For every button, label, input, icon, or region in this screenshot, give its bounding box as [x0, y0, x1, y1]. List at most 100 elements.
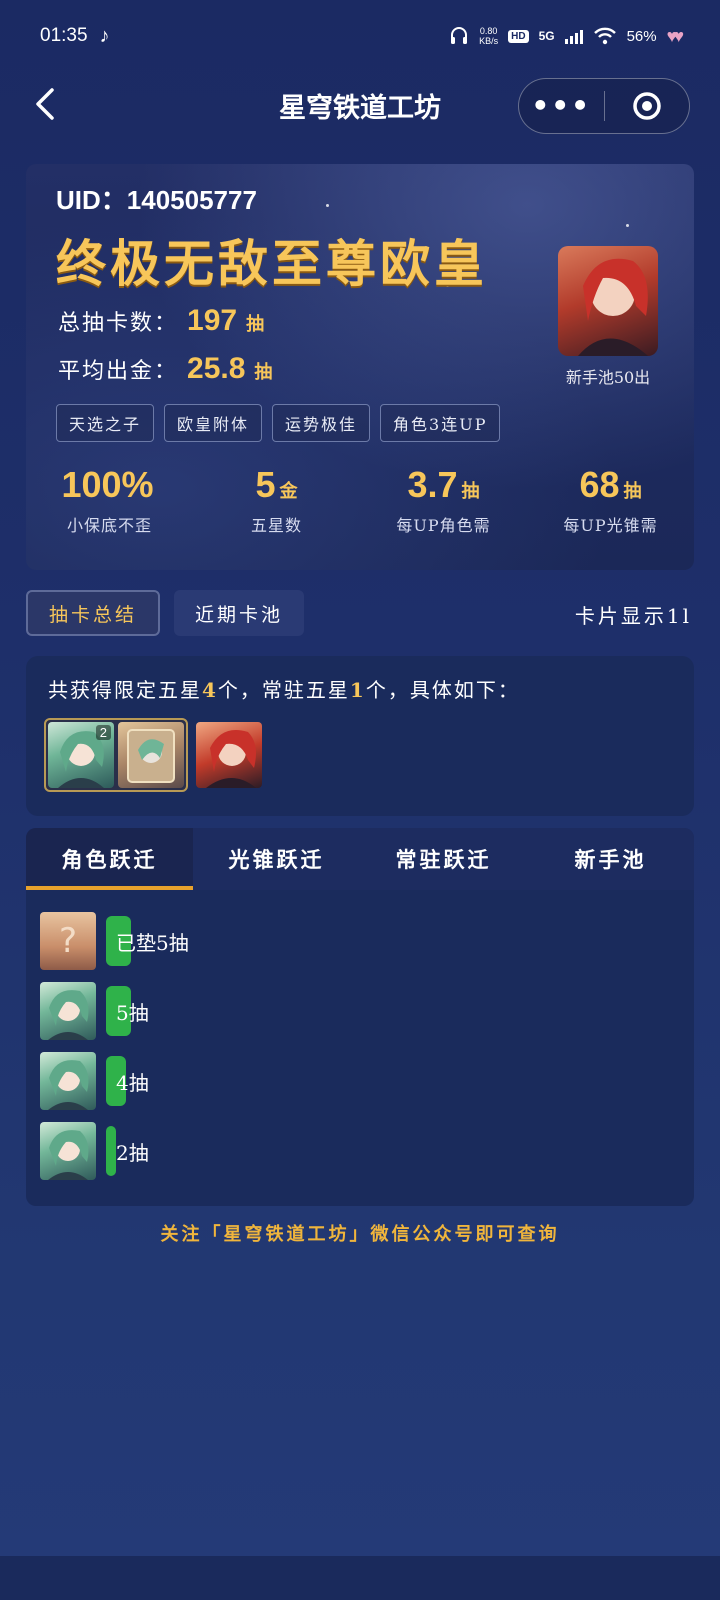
uid-value: 140505777 [126, 185, 257, 215]
status-time: 01:35 [40, 25, 88, 46]
tab-lightcone-warp[interactable]: 光锥跃迁 [193, 828, 360, 890]
lightcone-avatar [118, 722, 184, 788]
metric-item: 3.7 抽 每UP角色需 [360, 464, 527, 536]
metric-label: 每UP角色需 [396, 516, 491, 535]
pity-bar: 4抽 [106, 1056, 149, 1106]
hd-badge: HD [508, 29, 529, 43]
metric-item: 100% 小保底不歪 [26, 464, 193, 536]
tag: 角色3连UP [380, 404, 501, 442]
limited-group[interactable]: 2 [44, 718, 188, 792]
standard-count: 1 [349, 678, 366, 702]
pity-bar-fill [106, 1126, 116, 1176]
summary-card: 共获得限定五星4个，常驻五星1个，具体如下： 2 [26, 656, 694, 816]
close-miniapp-button[interactable] [605, 90, 690, 122]
signal-icon [564, 28, 583, 44]
pity-bar: 已垫5抽 [106, 916, 189, 966]
status-bar: 01:35 ♪ 0.80 KB/s HD 5G 56% ♥♥ [0, 0, 720, 72]
character-avatar: 2 [48, 722, 114, 788]
wifi-icon [593, 27, 616, 45]
back-arrow-icon[interactable] [28, 84, 68, 124]
card-display-toggle[interactable]: 卡片显示1l [575, 600, 692, 629]
featured-caption: 新手池50出 [565, 368, 651, 387]
summary-prefix: 共获得限定五星 [48, 678, 202, 702]
character-art-icon [48, 1130, 89, 1180]
summary-text: 共获得限定五星4个，常驻五星1个，具体如下： [48, 674, 520, 703]
network-speed: 0.80 KB/s [479, 26, 498, 46]
target-icon [633, 92, 661, 120]
metrics-row: 100% 小保底不歪 5金 五星数 3.7 抽 每UP角色需 68 抽 每UP光锥需 [26, 464, 694, 536]
metric-label: 每UP光锥需 [563, 516, 658, 535]
metric-label: 小保底不歪 [66, 516, 152, 535]
pity-label: 已垫5抽 [116, 930, 189, 955]
profile-card: UID：140505777 终极无敌至尊欧皇 总抽卡数： 197 抽 平均出金：… [26, 164, 694, 570]
unknown-character-icon: ? [40, 912, 96, 970]
tag: 欧皇附体 [164, 404, 263, 442]
summary-suffix: 个，具体如下： [365, 678, 520, 702]
status-icons: 0.80 KB/s HD 5G 56% ♥♥ [449, 26, 684, 47]
pity-label: 5抽 [116, 1000, 149, 1025]
average-value: 25.8 [187, 352, 246, 385]
tiktok-icon: ♪ [99, 24, 110, 47]
tag: 天选之子 [56, 404, 155, 442]
page-title: 星穹铁道工坊 [279, 92, 441, 124]
footer-note: 关注「星穹铁道工坊」微信公众号即可查询 [160, 1224, 560, 1245]
star-decoration [326, 204, 329, 207]
metric-label: 五星数 [250, 516, 302, 535]
pull-unit: 抽 [246, 314, 267, 335]
character-portrait [558, 246, 658, 356]
metric-unit: 抽 [623, 481, 642, 501]
history-row: 5抽 [40, 982, 149, 1040]
metric-unit: 抽 [461, 481, 480, 501]
history-rows: ? 已垫5抽 5抽 4抽 2抽 [40, 912, 189, 1192]
limited-count: 4 [202, 678, 218, 702]
tab-standard-warp[interactable]: 常驻跃迁 [360, 828, 527, 890]
average-line: 平均出金： 25.8 抽 [58, 352, 274, 386]
featured-character[interactable]: 新手池50出 [558, 246, 658, 388]
metric-value: 100% [61, 464, 154, 505]
history-row: 2抽 [40, 1122, 149, 1180]
pity-bar: 5抽 [106, 986, 149, 1036]
count-badge: 2 [95, 725, 111, 740]
history-row: ? 已垫5抽 [40, 912, 189, 970]
headphones-icon [451, 27, 468, 44]
pity-label: 2抽 [116, 1140, 149, 1165]
tab-beginner-pool[interactable]: 新手池 [527, 828, 694, 890]
rank-title: 终极无敌至尊欧皇 [56, 234, 488, 293]
tab-recent-pools[interactable]: 近期卡池 [174, 590, 304, 636]
tab-character-warp[interactable]: 角色跃迁 [26, 828, 193, 890]
lightcone-art-icon [127, 729, 175, 783]
metric-value: 5 [255, 464, 276, 505]
metric-value: 68 [579, 464, 620, 505]
warp-history-panel: 角色跃迁 光锥跃迁 常驻跃迁 新手池 ? 已垫5抽 5抽 4抽 2抽 [26, 828, 694, 1206]
character-thumbnail [40, 982, 96, 1040]
total-pulls-label: 总抽卡数： [58, 311, 179, 336]
more-button[interactable]: ••• [519, 92, 604, 120]
character-art-icon [48, 1060, 89, 1110]
character-avatar[interactable] [196, 722, 262, 788]
network-speed-unit: KB/s [479, 36, 499, 46]
metric-unit: 金 [279, 481, 298, 501]
character-art-icon [48, 990, 89, 1040]
total-pulls-line: 总抽卡数： 197 抽 [58, 304, 266, 338]
character-art-icon [578, 258, 648, 356]
metric-value: 3.7 [407, 464, 458, 505]
star-decoration [626, 224, 629, 227]
warp-type-tabs: 角色跃迁 光锥跃迁 常驻跃迁 新手池 [26, 828, 694, 890]
uid-line: UID：140505777 [56, 180, 257, 217]
miniapp-capsule: ••• [518, 78, 690, 134]
metric-item: 68 抽 每UP光锥需 [527, 464, 694, 536]
average-label: 平均出金： [58, 359, 179, 384]
signal-label: 5G [538, 29, 555, 43]
character-art-icon [206, 730, 256, 788]
history-row: 4抽 [40, 1052, 149, 1110]
summary-middle: 个，常驻五星 [217, 678, 350, 702]
character-thumbnail [40, 1052, 96, 1110]
uid-label: UID： [56, 185, 127, 215]
tag-list: 天选之子 欧皇附体 运势极佳 角色3连UP [56, 404, 501, 442]
tab-summary[interactable]: 抽卡总结 [26, 590, 160, 636]
total-pulls-value: 197 [187, 304, 238, 337]
battery-level: 56% [626, 27, 657, 45]
view-tabs: 抽卡总结 近期卡池 卡片显示1l [26, 590, 694, 636]
pity-label: 4抽 [116, 1070, 149, 1095]
metric-item: 5金 五星数 [193, 464, 360, 536]
